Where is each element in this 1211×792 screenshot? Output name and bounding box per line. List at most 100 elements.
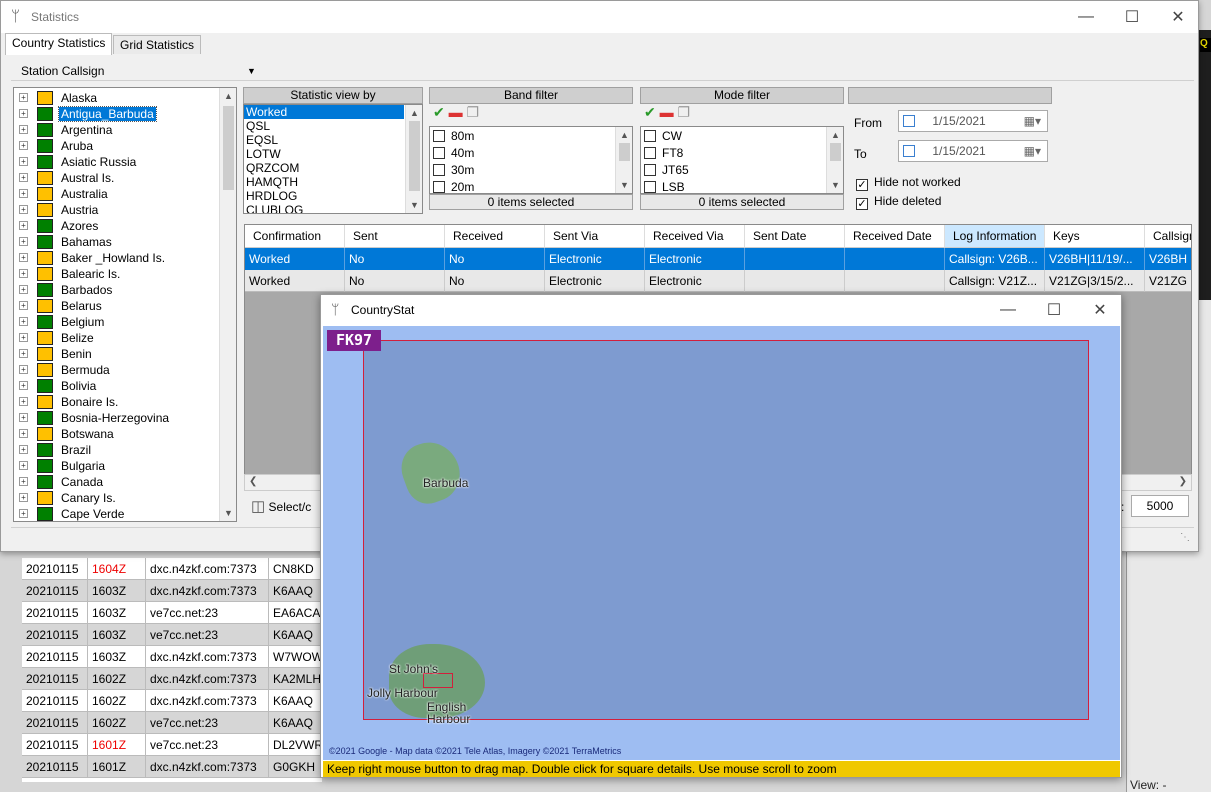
scroll-thumb[interactable] [619, 143, 630, 161]
mode-item[interactable]: LSB [641, 180, 843, 193]
expand-icon[interactable]: + [19, 477, 28, 486]
close-button[interactable]: ✕ [1077, 295, 1123, 325]
expand-icon[interactable]: + [19, 269, 28, 278]
checkbox[interactable] [433, 181, 445, 193]
stat-view-item[interactable]: QSL [244, 119, 404, 133]
scroll-down-icon[interactable]: ▼ [827, 177, 843, 193]
to-date-picker[interactable]: 1/15/2021 ▦▾ [898, 140, 1048, 162]
stat-view-item[interactable]: QRZCOM [244, 161, 404, 175]
copy-icon[interactable]: ❐ [678, 104, 691, 120]
table-row[interactable]: 20210115 1604Z dxc.n4zkf.com:7373 CN8KD [22, 558, 322, 580]
stat-view-item[interactable]: HAMQTH [244, 175, 404, 189]
tree-item[interactable]: + Bulgaria [14, 458, 224, 474]
expand-icon[interactable]: + [19, 301, 28, 310]
tab-country-statistics[interactable]: Country Statistics [5, 33, 113, 55]
copy-icon[interactable]: ❐ [467, 104, 480, 120]
band-filter-list[interactable]: ▲ ▼ 80m 40m 30m 20m [429, 126, 633, 194]
tree-item[interactable]: + Belgium [14, 314, 224, 330]
stat-view-item[interactable]: LOTW [244, 147, 404, 161]
expand-icon[interactable]: + [19, 397, 28, 406]
stat-view-item[interactable]: CLUBLOG [244, 203, 404, 213]
tree-item[interactable]: + Austria [14, 202, 224, 218]
calendar-icon[interactable]: ▦▾ [1024, 141, 1041, 161]
scroll-down-icon[interactable]: ▼ [406, 197, 422, 213]
country-tree[interactable]: ▲ ▼ + Alaska + Antigua_Barbuda + Argentina + Ar… [13, 87, 237, 522]
tree-item[interactable]: + Brazil [14, 442, 224, 458]
check-icon[interactable]: ✔ [433, 104, 445, 120]
from-date-checkbox[interactable] [903, 115, 915, 127]
mode-item[interactable]: FT8 [641, 146, 843, 163]
tree-item[interactable]: + Benin [14, 346, 224, 362]
checkbox[interactable] [433, 130, 445, 142]
scroll-up-icon[interactable]: ▲ [406, 105, 422, 121]
table-row[interactable]: 20210115 1603Z ve7cc.net:23 K6AAQ [22, 624, 322, 646]
band-scrollbar[interactable]: ▲ ▼ [615, 127, 632, 193]
expand-icon[interactable]: + [19, 333, 28, 342]
stat-scrollbar[interactable]: ▲ ▼ [405, 105, 422, 213]
tree-item[interactable]: + Australia [14, 186, 224, 202]
expand-icon[interactable]: + [19, 109, 28, 118]
mode-item[interactable]: JT65 [641, 163, 843, 180]
check-icon[interactable]: ✓ [856, 198, 868, 210]
column-header[interactable]: Received Date [845, 225, 945, 248]
table-row[interactable]: 20210115 1603Z dxc.n4zkf.com:7373 W7WOW [22, 646, 322, 668]
expand-icon[interactable]: + [19, 445, 28, 454]
stat-view-item[interactable]: HRDLOG [244, 189, 404, 203]
column-header[interactable]: Sent [345, 225, 445, 248]
tree-item[interactable]: + Bonaire Is. [14, 394, 224, 410]
table-row[interactable]: 20210115 1602Z dxc.n4zkf.com:7373 KA2MLH [22, 668, 322, 690]
tree-item[interactable]: + Antigua_Barbuda [14, 106, 224, 122]
column-header[interactable]: Log Information [945, 225, 1045, 248]
mode-scrollbar[interactable]: ▲ ▼ [826, 127, 843, 193]
tab-grid-statistics[interactable]: Grid Statistics [113, 35, 202, 54]
band-item[interactable]: 30m [430, 163, 632, 180]
checkbox[interactable] [644, 181, 656, 193]
tree-item[interactable]: + Baker _Howland Is. [14, 250, 224, 266]
scroll-down-icon[interactable]: ▼ [616, 177, 632, 193]
expand-icon[interactable]: + [19, 349, 28, 358]
stat-view-item[interactable]: EQSL [244, 133, 404, 147]
band-item[interactable]: 80m [430, 129, 632, 146]
expand-icon[interactable]: + [19, 413, 28, 422]
expand-icon[interactable]: + [19, 461, 28, 470]
mode-filter-list[interactable]: ▲ ▼ CW FT8 JT65 LSB [640, 126, 844, 194]
close-button[interactable]: ✕ [1155, 1, 1201, 33]
expand-icon[interactable]: + [19, 317, 28, 326]
column-header[interactable]: Sent Via [545, 225, 645, 248]
scroll-up-icon[interactable]: ▲ [616, 127, 632, 143]
stat-view-item[interactable]: Worked [244, 105, 404, 119]
tree-item[interactable]: + Bermuda [14, 362, 224, 378]
expand-icon[interactable]: + [19, 429, 28, 438]
scroll-thumb[interactable] [223, 106, 234, 190]
table-row[interactable]: 20210115 1602Z dxc.n4zkf.com:7373 K6AAQ [22, 690, 322, 712]
checkbox[interactable] [433, 147, 445, 159]
expand-icon[interactable]: + [19, 205, 28, 214]
table-row[interactable]: 20210115 1601Z ve7cc.net:23 DL2VWR [22, 734, 322, 756]
expand-icon[interactable]: + [19, 157, 28, 166]
to-date-checkbox[interactable] [903, 145, 915, 157]
station-callsign-bar[interactable]: Station Callsign ▼ [11, 61, 1194, 81]
tree-item[interactable]: + Canada [14, 474, 224, 490]
expand-icon[interactable]: + [19, 141, 28, 150]
table-row[interactable]: 20210115 1603Z ve7cc.net:23 EA6ACA [22, 602, 322, 624]
expand-icon[interactable]: + [19, 237, 28, 246]
expand-icon[interactable]: + [19, 253, 28, 262]
expand-icon[interactable]: + [19, 285, 28, 294]
checkbox[interactable] [644, 130, 656, 142]
from-date-picker[interactable]: 1/15/2021 ▦▾ [898, 110, 1048, 132]
hide-not-worked-checkbox[interactable]: ✓ Hide not worked [856, 175, 961, 191]
resize-grip-icon[interactable]: ⋱ [1180, 532, 1190, 543]
chevron-down-icon[interactable]: ▼ [247, 66, 256, 76]
band-item[interactable]: 40m [430, 146, 632, 163]
column-header[interactable]: Sent Date [745, 225, 845, 248]
tree-item[interactable]: + Belarus [14, 298, 224, 314]
tree-item[interactable]: + Belize [14, 330, 224, 346]
expand-icon[interactable]: + [19, 93, 28, 102]
tree-item[interactable]: + Canary Is. [14, 490, 224, 506]
column-header[interactable]: Callsign [1145, 225, 1191, 248]
check-icon[interactable]: ✓ [856, 179, 868, 191]
expand-icon[interactable]: + [19, 189, 28, 198]
checkbox[interactable] [644, 164, 656, 176]
tree-item[interactable]: + Argentina [14, 122, 224, 138]
hide-deleted-checkbox[interactable]: ✓ Hide deleted [856, 194, 941, 210]
